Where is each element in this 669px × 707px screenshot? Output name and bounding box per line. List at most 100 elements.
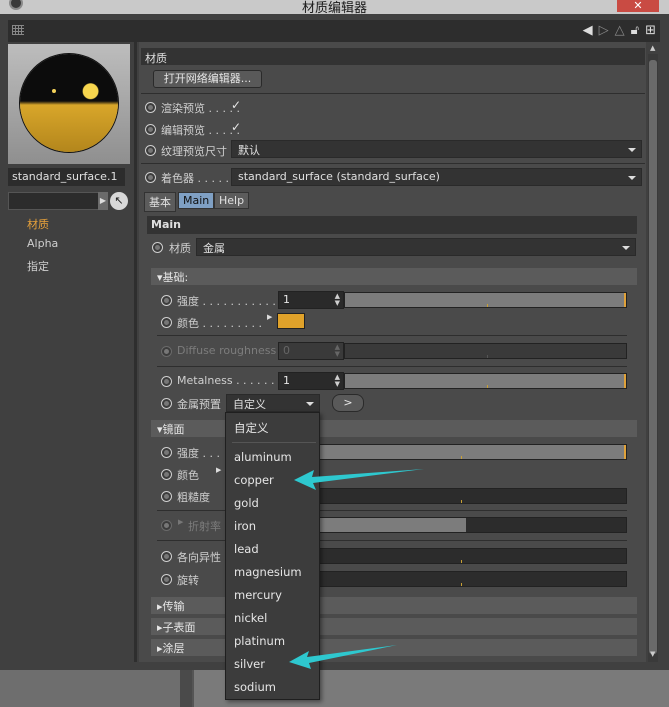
chevron-down-icon [628, 176, 636, 180]
forward-arrow-icon[interactable]: ▷ [599, 23, 609, 38]
tab-basic[interactable]: 基本 [144, 192, 176, 212]
rotation-slider[interactable] [318, 571, 627, 587]
specular-strength-label: 强度 . . . [177, 447, 220, 460]
edit-preview-radio[interactable] [145, 124, 156, 135]
up-arrow-icon[interactable]: △ [615, 23, 625, 38]
menu-item-mercury[interactable]: mercury [234, 588, 282, 602]
base-color-swatch[interactable] [277, 313, 305, 329]
base-strength-radio[interactable] [161, 295, 172, 306]
diffuse-roughness-label: Diffuse roughness [177, 344, 277, 357]
rotation-radio[interactable] [161, 574, 172, 585]
tab-main[interactable]: Main [178, 192, 215, 209]
viewport-background [0, 670, 669, 707]
annotation-arrow-copper [294, 469, 424, 490]
diffuse-roughness-slider[interactable] [344, 343, 627, 359]
edit-preview-checkbox[interactable]: ✓ [231, 120, 241, 134]
tab-help[interactable]: Help [214, 192, 250, 209]
material-preview[interactable] [8, 44, 130, 164]
preview-sphere [20, 54, 118, 152]
base-color-radio[interactable] [161, 317, 172, 328]
channel-list: 材质 Alpha 指定 [27, 216, 58, 279]
chevron-down-icon [622, 246, 630, 250]
chevron-right-icon[interactable]: ▶ [98, 192, 108, 210]
toolbar: ◀ ▷ △ 🔓︎ ⊞ [8, 20, 660, 42]
left-panel: standard_surface.1 ▶ ↖ 材质 Alpha 指定 [8, 42, 130, 662]
specular-strength-slider[interactable] [318, 444, 627, 460]
material-selector[interactable] [8, 192, 106, 210]
menu-item-silver[interactable]: silver [234, 657, 265, 671]
specular-color-label: 颜色 [177, 469, 199, 482]
roughness-radio[interactable] [161, 491, 172, 502]
ior-slider[interactable] [318, 517, 627, 533]
menu-item-sodium[interactable]: sodium [234, 680, 276, 694]
texture-preview-dropdown[interactable]: 默认 [231, 140, 642, 158]
rotation-label: 旋转 [177, 574, 199, 587]
spinner-icon[interactable]: ▲ ▼ [335, 293, 340, 307]
apply-preset-button[interactable]: > [332, 394, 364, 412]
metal-preset-label: 金属预置 [177, 398, 221, 411]
new-window-icon[interactable]: ⊞ [645, 23, 656, 38]
menu-item-copper[interactable]: copper [234, 473, 274, 487]
render-preview-radio[interactable] [145, 102, 156, 113]
metalness-label: Metalness . . . . . . . [177, 374, 282, 387]
back-arrow-icon[interactable]: ◀ [583, 23, 593, 38]
menu-item-gold[interactable]: gold [234, 496, 259, 510]
metalness-field[interactable]: 1 ▲ ▼ [278, 372, 344, 390]
base-strength-slider[interactable] [344, 292, 627, 308]
lock-icon[interactable]: 🔓︎ [631, 23, 639, 38]
render-preview-checkbox[interactable]: ✓ [231, 98, 241, 112]
base-strength-field[interactable]: 1 ▲ ▼ [278, 291, 344, 309]
menu-item-aluminum[interactable]: aluminum [234, 450, 292, 464]
texture-preview-radio[interactable] [145, 145, 156, 156]
anisotropy-radio[interactable] [161, 551, 172, 562]
scrollbar[interactable] [648, 54, 658, 662]
expand-arrow-icon[interactable]: ▶ [178, 518, 183, 526]
menu-item-platinum[interactable]: platinum [234, 634, 285, 648]
metal-preset-radio[interactable] [161, 398, 172, 409]
menu-item-lead[interactable]: lead [234, 542, 259, 556]
scroll-up-icon[interactable]: ▲ [650, 44, 655, 52]
specular-color-radio[interactable] [161, 469, 172, 480]
metal-preset-dropdown[interactable]: 自定义 [226, 394, 320, 412]
menu-item-magnesium[interactable]: magnesium [234, 565, 302, 579]
scroll-down-icon[interactable]: ▼ [650, 650, 655, 658]
ior-radio[interactable] [161, 520, 172, 531]
close-button[interactable]: ✕ [617, 0, 659, 12]
channel-item-material[interactable]: 材质 [27, 216, 58, 237]
group-transmission[interactable]: ▸传输 [151, 597, 637, 614]
expand-arrow-icon[interactable]: ▶ [216, 466, 221, 474]
menu-item-iron[interactable]: iron [234, 519, 256, 533]
material-dropdown[interactable]: 金属 [196, 238, 636, 256]
panel-divider[interactable] [134, 42, 137, 662]
metalness-slider[interactable] [344, 373, 627, 389]
spinner-icon[interactable]: ▲ ▼ [335, 374, 340, 388]
chevron-down-icon [628, 148, 636, 152]
roughness-label: 粗糙度 [177, 491, 210, 504]
base-strength-label: 强度 . . . . . . . . . . . . [177, 295, 283, 308]
main-header: Main [147, 216, 637, 234]
diffuse-roughness-radio[interactable] [161, 346, 172, 357]
expand-arrow-icon[interactable]: ▶ [267, 313, 272, 321]
diffuse-roughness-field[interactable]: 0 ▲ ▼ [278, 342, 344, 360]
texture-preview-label: 纹理预览尺寸 [161, 145, 227, 158]
grip-icon[interactable] [12, 25, 24, 35]
metalness-radio[interactable] [161, 376, 172, 387]
anisotropy-slider[interactable] [318, 548, 627, 564]
shader-radio[interactable] [145, 172, 156, 183]
annotation-arrow-silver [289, 645, 397, 669]
channel-item-assign[interactable]: 指定 [27, 258, 58, 279]
material-radio[interactable] [152, 242, 163, 253]
group-base[interactable]: ▾基础: [151, 268, 637, 285]
material-name[interactable]: standard_surface.1 [8, 168, 125, 186]
open-node-editor-button[interactable]: 打开网络编辑器... [153, 70, 262, 88]
group-subsurface[interactable]: ▸子表面 [151, 618, 637, 635]
specular-strength-radio[interactable] [161, 447, 172, 458]
base-color-label: 颜色 . . . . . . . . . [177, 317, 262, 330]
channel-item-alpha[interactable]: Alpha [27, 237, 58, 258]
pick-cursor-icon[interactable]: ↖ [110, 192, 128, 210]
shader-dropdown[interactable]: standard_surface (standard_surface) [231, 168, 642, 186]
menu-item-nickel[interactable]: nickel [234, 611, 267, 625]
menu-item-custom[interactable]: 自定义 [234, 420, 269, 436]
group-specular[interactable]: ▾镜面 [151, 420, 637, 437]
scrollbar-thumb[interactable] [649, 60, 657, 654]
